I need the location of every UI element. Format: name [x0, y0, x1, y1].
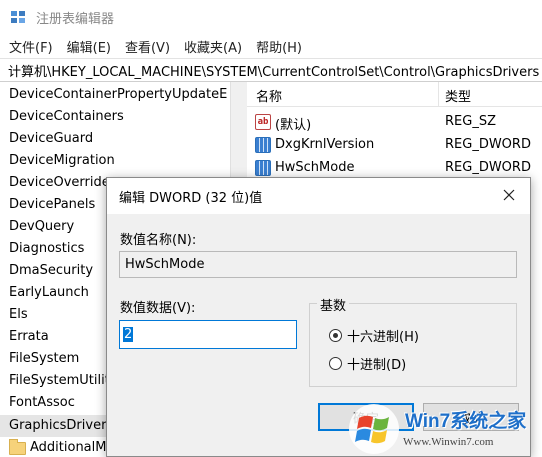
dialog-title-bar[interactable]: 编辑 DWORD (32 位)值	[107, 178, 530, 214]
tree-item[interactable]: DeviceContainers	[9, 106, 124, 128]
tree-child-label: AdditionalMo	[30, 440, 115, 455]
value-data-input[interactable]: 2	[119, 320, 297, 349]
dialog-body: 数值名称(N): HwSchMode 数值数据(V): 2 基数 十六进制(H)…	[107, 214, 530, 456]
tree-item[interactable]: DeviceGuard	[9, 128, 93, 150]
tree-item[interactable]: DeviceContainerPropertyUpdateE	[9, 84, 227, 106]
value-name: HwSchMode	[275, 160, 355, 175]
column-type-header[interactable]: 类型	[445, 86, 471, 105]
value-data-text: 2	[123, 327, 134, 342]
dword-value-icon	[255, 159, 271, 176]
tree-item[interactable]: EarlyLaunch	[9, 282, 89, 304]
value-name: (默认)	[275, 118, 312, 133]
tree-item[interactable]: DeviceOverrides	[9, 172, 116, 194]
tree-item[interactable]: FileSystem	[9, 348, 79, 370]
ok-button-label: 确定	[352, 411, 379, 427]
folder-icon	[9, 438, 26, 455]
title-bar: 注册表编辑器	[0, 0, 542, 34]
cancel-button[interactable]: 取消	[423, 403, 519, 431]
radio-hex-label: 十六进制(H)	[347, 330, 419, 345]
address-path: 计算机\HKEY_LOCAL_MACHINE\SYSTEM\CurrentCon…	[8, 64, 540, 80]
value-name-text: HwSchMode	[125, 257, 205, 272]
tree-item[interactable]: DmaSecurity	[9, 260, 93, 282]
value-type: REG_SZ	[445, 114, 496, 129]
radio-hexadecimal[interactable]: 十六进制(H)	[329, 326, 419, 345]
value-name: DxgKrnlVersion	[275, 137, 375, 152]
menu-bar: 文件(F) 编辑(E) 查看(V) 收藏夹(A) 帮助(H)	[0, 34, 542, 58]
value-name-label: 数值名称(N):	[120, 233, 197, 248]
tree-item[interactable]: FontAssoc	[9, 392, 75, 414]
value-type: REG_DWORD	[445, 137, 531, 152]
base-group	[309, 303, 517, 387]
tree-item[interactable]: Errata	[9, 326, 49, 348]
tree-item[interactable]: DeviceMigration	[9, 150, 115, 172]
column-name-header[interactable]: 名称	[256, 86, 282, 105]
radio-selected-icon	[329, 329, 342, 342]
dialog-title: 编辑 DWORD (32 位)值	[119, 191, 263, 206]
value-name-field: HwSchMode	[119, 251, 517, 278]
edit-dword-dialog: 编辑 DWORD (32 位)值 数值名称(N): HwSchMode 数值数据…	[106, 177, 531, 457]
menu-help[interactable]: 帮助(H)	[249, 37, 309, 56]
tree-child-item[interactable]: AdditionalMo	[9, 437, 114, 457]
menu-favorites[interactable]: 收藏夹(A)	[177, 37, 249, 56]
value-row[interactable]: DxgKrnlVersion REG_DWORD	[247, 134, 542, 156]
values-header: 名称 类型	[247, 82, 542, 107]
window-title: 注册表编辑器	[36, 11, 115, 27]
value-row[interactable]: HwSchMode REG_DWORD	[247, 157, 542, 179]
string-value-icon: ab	[255, 113, 271, 130]
address-bar[interactable]: 计算机\HKEY_LOCAL_MACHINE\SYSTEM\CurrentCon…	[0, 58, 542, 82]
regedit-icon	[10, 9, 26, 25]
tree-item[interactable]: DevicePanels	[9, 194, 95, 216]
radio-dec-label: 十进制(D)	[347, 358, 407, 373]
radio-unselected-icon	[329, 357, 342, 370]
radio-decimal[interactable]: 十进制(D)	[329, 354, 406, 373]
cancel-button-label: 取消	[457, 411, 484, 427]
value-type: REG_DWORD	[445, 160, 531, 175]
tree-item[interactable]: Diagnostics	[9, 238, 84, 260]
menu-view[interactable]: 查看(V)	[118, 37, 177, 56]
value-data-label: 数值数据(V):	[120, 301, 196, 316]
dword-value-icon	[255, 136, 271, 153]
base-group-label: 基数	[317, 295, 350, 314]
menu-file[interactable]: 文件(F)	[0, 37, 60, 56]
value-row[interactable]: ab (默认) REG_SZ	[247, 111, 542, 133]
tree-item[interactable]: Els	[9, 304, 28, 326]
menu-edit[interactable]: 编辑(E)	[60, 37, 118, 56]
tree-item[interactable]: DevQuery	[9, 216, 74, 238]
column-separator[interactable]	[438, 82, 439, 106]
ok-button[interactable]: 确定	[318, 403, 414, 431]
close-icon[interactable]	[496, 183, 522, 207]
tree-item[interactable]: FileSystemUtiliti	[9, 370, 113, 392]
